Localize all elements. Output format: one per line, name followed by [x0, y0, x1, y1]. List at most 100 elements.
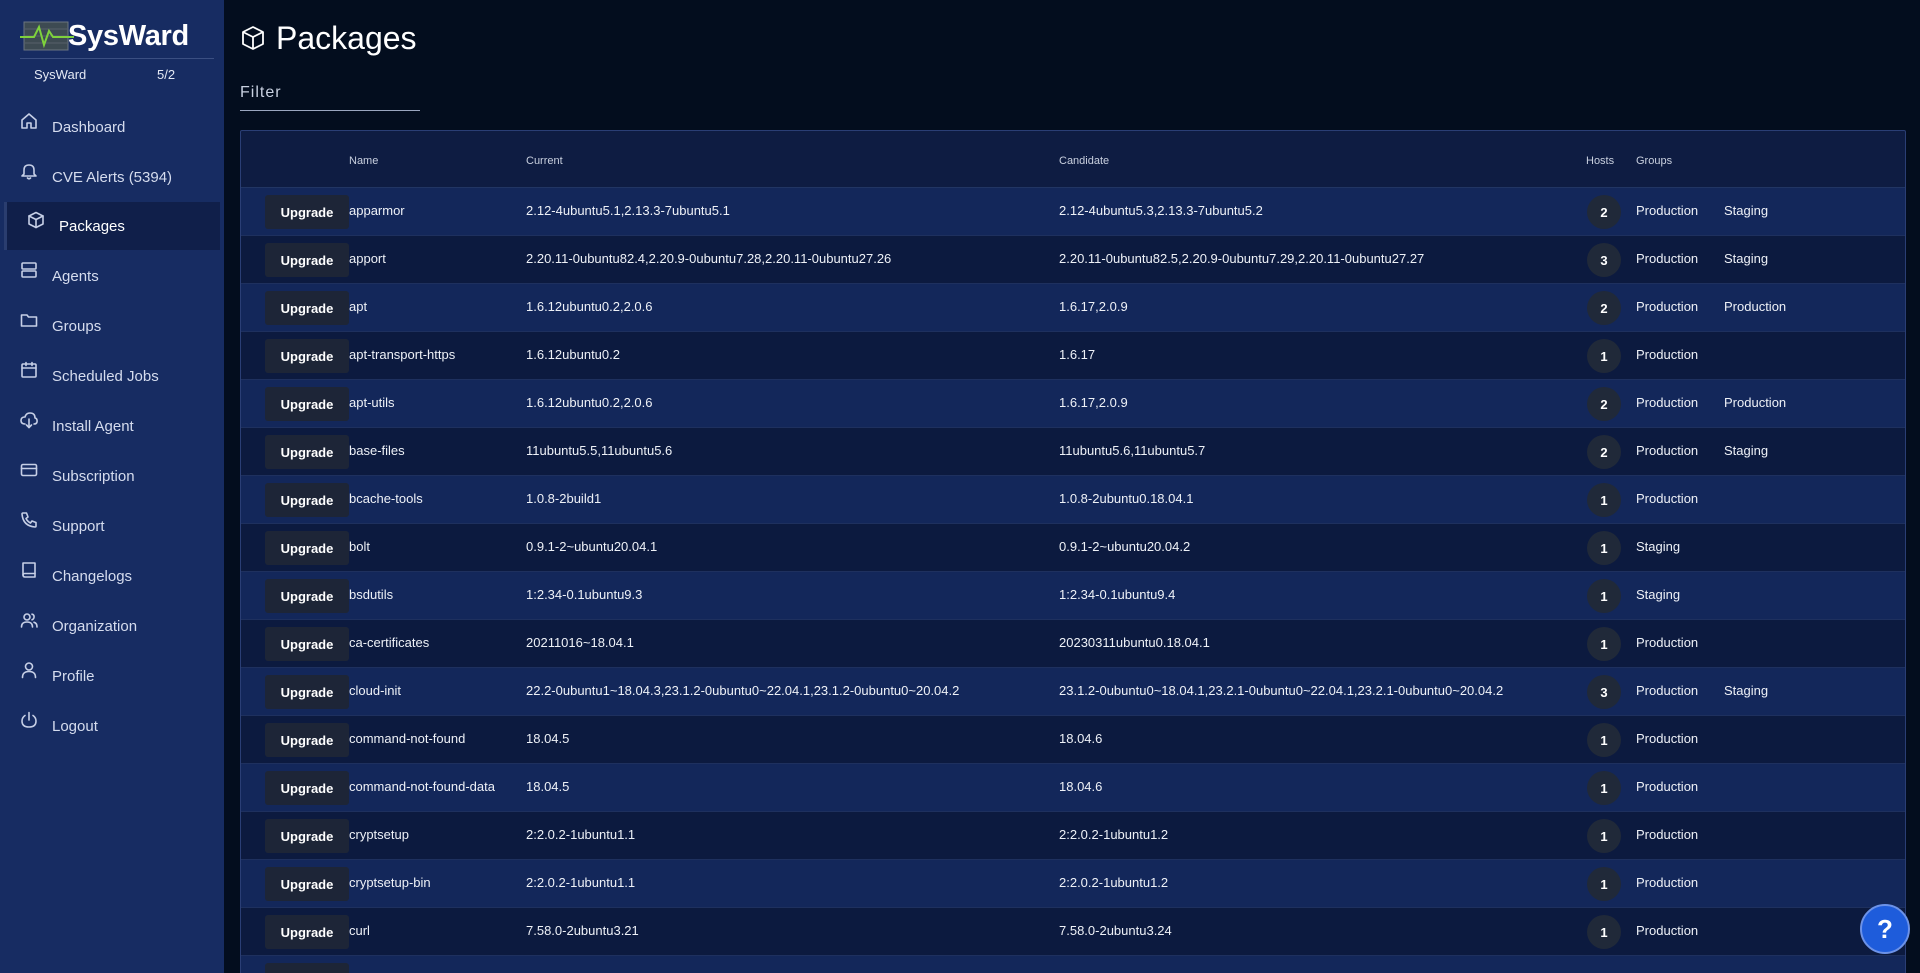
- upgrade-button[interactable]: Upgrade: [265, 579, 349, 613]
- candidate-version: 20230311ubuntu0.18.04.1: [1059, 635, 1210, 650]
- upgrade-button[interactable]: Upgrade: [265, 243, 349, 277]
- group-tag[interactable]: Production: [1636, 779, 1698, 794]
- group-tag[interactable]: Staging: [1724, 443, 1768, 458]
- upgrade-button[interactable]: Upgrade: [265, 387, 349, 421]
- book-icon: [20, 561, 44, 585]
- group-tag[interactable]: Production: [1636, 251, 1698, 266]
- current-version: 2:2.0.2-1ubuntu1.1: [526, 875, 636, 890]
- upgrade-button[interactable]: Upgrade: [265, 723, 349, 757]
- group-tag[interactable]: Production: [1724, 299, 1786, 314]
- upgrade-button[interactable]: Upgrade: [265, 483, 349, 517]
- upgrade-button[interactable]: Upgrade: [265, 963, 349, 973]
- sidebar-item-profile[interactable]: Profile: [4, 652, 220, 700]
- candidate-version: 1.6.17,2.0.9: [1059, 299, 1128, 314]
- package-name: ca-certificates: [349, 635, 430, 650]
- current-version: 2.12-4ubuntu5.1,2.13.3-7ubuntu5.1: [526, 203, 730, 218]
- upgrade-button[interactable]: Upgrade: [265, 339, 349, 373]
- sidebar-item-support[interactable]: Support: [4, 502, 220, 550]
- current-version: 22.2-0ubuntu1~18.04.3,23.1.2-0ubuntu0~22…: [526, 683, 960, 698]
- sidebar-item-changelogs[interactable]: Changelogs: [4, 552, 220, 600]
- candidate-version: 2.12-4ubuntu5.3,2.13.3-7ubuntu5.2: [1059, 203, 1263, 218]
- group-tag[interactable]: Staging: [1724, 203, 1768, 218]
- sidebar-item-agents[interactable]: Agents: [4, 252, 220, 300]
- group-tag[interactable]: Staging: [1636, 539, 1680, 554]
- candidate-version: 18.04.6: [1059, 779, 1103, 794]
- package-name: apt: [349, 299, 368, 314]
- group-tag[interactable]: Production: [1636, 203, 1698, 218]
- upgrade-button[interactable]: Upgrade: [265, 435, 349, 469]
- hosts-count-badge: 2: [1587, 195, 1621, 229]
- filter-input[interactable]: Filter: [240, 80, 420, 111]
- package-name: base-files: [349, 443, 405, 458]
- packages-table: Name Current Candidate Hosts Groups Upgr…: [240, 130, 1906, 973]
- group-tag[interactable]: Staging: [1636, 587, 1680, 602]
- group-tag[interactable]: Production: [1636, 635, 1698, 650]
- sidebar-item-label: Packages: [59, 217, 125, 235]
- upgrade-button[interactable]: Upgrade: [265, 915, 349, 949]
- app-logo[interactable]: SysWard: [20, 14, 189, 58]
- group-tag[interactable]: Staging: [1724, 251, 1768, 266]
- app-name: SysWard: [68, 19, 189, 52]
- folder-icon: [20, 311, 44, 335]
- sidebar-item-groups[interactable]: Groups: [4, 302, 220, 350]
- column-header-current[interactable]: Current: [526, 155, 563, 167]
- group-tag[interactable]: Production: [1636, 299, 1698, 314]
- column-header-groups[interactable]: Groups: [1636, 155, 1672, 167]
- hosts-count-badge: 1: [1587, 771, 1621, 805]
- package-name: apt-transport-https: [349, 347, 456, 362]
- sidebar-item-dashboard[interactable]: Dashboard: [4, 103, 220, 151]
- column-header-candidate[interactable]: Candidate: [1059, 155, 1109, 167]
- group-tag[interactable]: Production: [1636, 827, 1698, 842]
- upgrade-button[interactable]: Upgrade: [265, 819, 349, 853]
- user-icon: [20, 661, 44, 685]
- upgrade-button[interactable]: Upgrade: [265, 675, 349, 709]
- upgrade-button[interactable]: Upgrade: [265, 867, 349, 901]
- sidebar-item-install-agent[interactable]: Install Agent: [4, 402, 220, 450]
- group-tag[interactable]: Staging: [1724, 683, 1768, 698]
- group-tag[interactable]: Production: [1636, 683, 1698, 698]
- divider: [20, 58, 214, 59]
- sidebar-item-subscription[interactable]: Subscription: [4, 452, 220, 500]
- sidebar-item-packages[interactable]: Packages: [4, 202, 220, 250]
- hosts-count-badge: 2: [1587, 387, 1621, 421]
- sidebar-item-logout[interactable]: Logout: [4, 702, 220, 750]
- sidebar-item-cve-alerts[interactable]: CVE Alerts (5394): [4, 153, 220, 201]
- sidebar-item-organization[interactable]: Organization: [4, 602, 220, 650]
- upgrade-button[interactable]: Upgrade: [265, 291, 349, 325]
- current-version: 18.04.5: [526, 779, 570, 794]
- sidebar-item-label: Profile: [52, 667, 95, 685]
- group-tag[interactable]: Production: [1636, 491, 1698, 506]
- upgrade-button[interactable]: Upgrade: [265, 531, 349, 565]
- table-row: Upgrade: [241, 956, 1905, 973]
- group-tag[interactable]: Production: [1636, 923, 1698, 938]
- table-row: Upgrade apt-transport-https 1.6.12ubuntu0.…: [241, 332, 1905, 380]
- candidate-version: 11ubuntu5.6,11ubuntu5.7: [1059, 443, 1206, 458]
- group-tag[interactable]: Production: [1636, 443, 1698, 458]
- upgrade-button[interactable]: Upgrade: [265, 195, 349, 229]
- package-icon: [27, 211, 51, 235]
- power-icon: [20, 711, 44, 735]
- sidebar-item-label: Support: [52, 517, 105, 535]
- upgrade-button[interactable]: Upgrade: [265, 627, 349, 661]
- column-header-name[interactable]: Name: [349, 155, 378, 167]
- group-tag[interactable]: Production: [1636, 395, 1698, 410]
- package-name: apt-utils: [349, 395, 395, 410]
- current-version: 20211016~18.04.1: [526, 635, 634, 650]
- sidebar-item-label: Install Agent: [52, 417, 134, 435]
- candidate-version: 18.04.6: [1059, 731, 1103, 746]
- candidate-version: 7.58.0-2ubuntu3.24: [1059, 923, 1172, 938]
- package-name: cloud-init: [349, 683, 402, 698]
- sidebar-item-scheduled-jobs[interactable]: Scheduled Jobs: [4, 352, 220, 400]
- group-tag[interactable]: Production: [1636, 731, 1698, 746]
- table-row: Upgrade cryptsetup 2:2.0.2-1ubuntu1.1 2:2.0…: [241, 812, 1905, 860]
- group-tag[interactable]: Production: [1636, 875, 1698, 890]
- column-header-hosts[interactable]: Hosts: [1586, 155, 1614, 167]
- hosts-count-badge: 1: [1587, 915, 1621, 949]
- package-name: command-not-found-data: [349, 779, 495, 794]
- group-tag[interactable]: Production: [1636, 347, 1698, 362]
- current-version: 2:2.0.2-1ubuntu1.1: [526, 827, 636, 842]
- help-button[interactable]: ?: [1860, 904, 1910, 954]
- upgrade-button[interactable]: Upgrade: [265, 771, 349, 805]
- group-tag[interactable]: Production: [1724, 395, 1786, 410]
- table-row: Upgrade apt 1.6.12ubuntu0.2,2.0.6 1.6.17,2.…: [241, 284, 1905, 332]
